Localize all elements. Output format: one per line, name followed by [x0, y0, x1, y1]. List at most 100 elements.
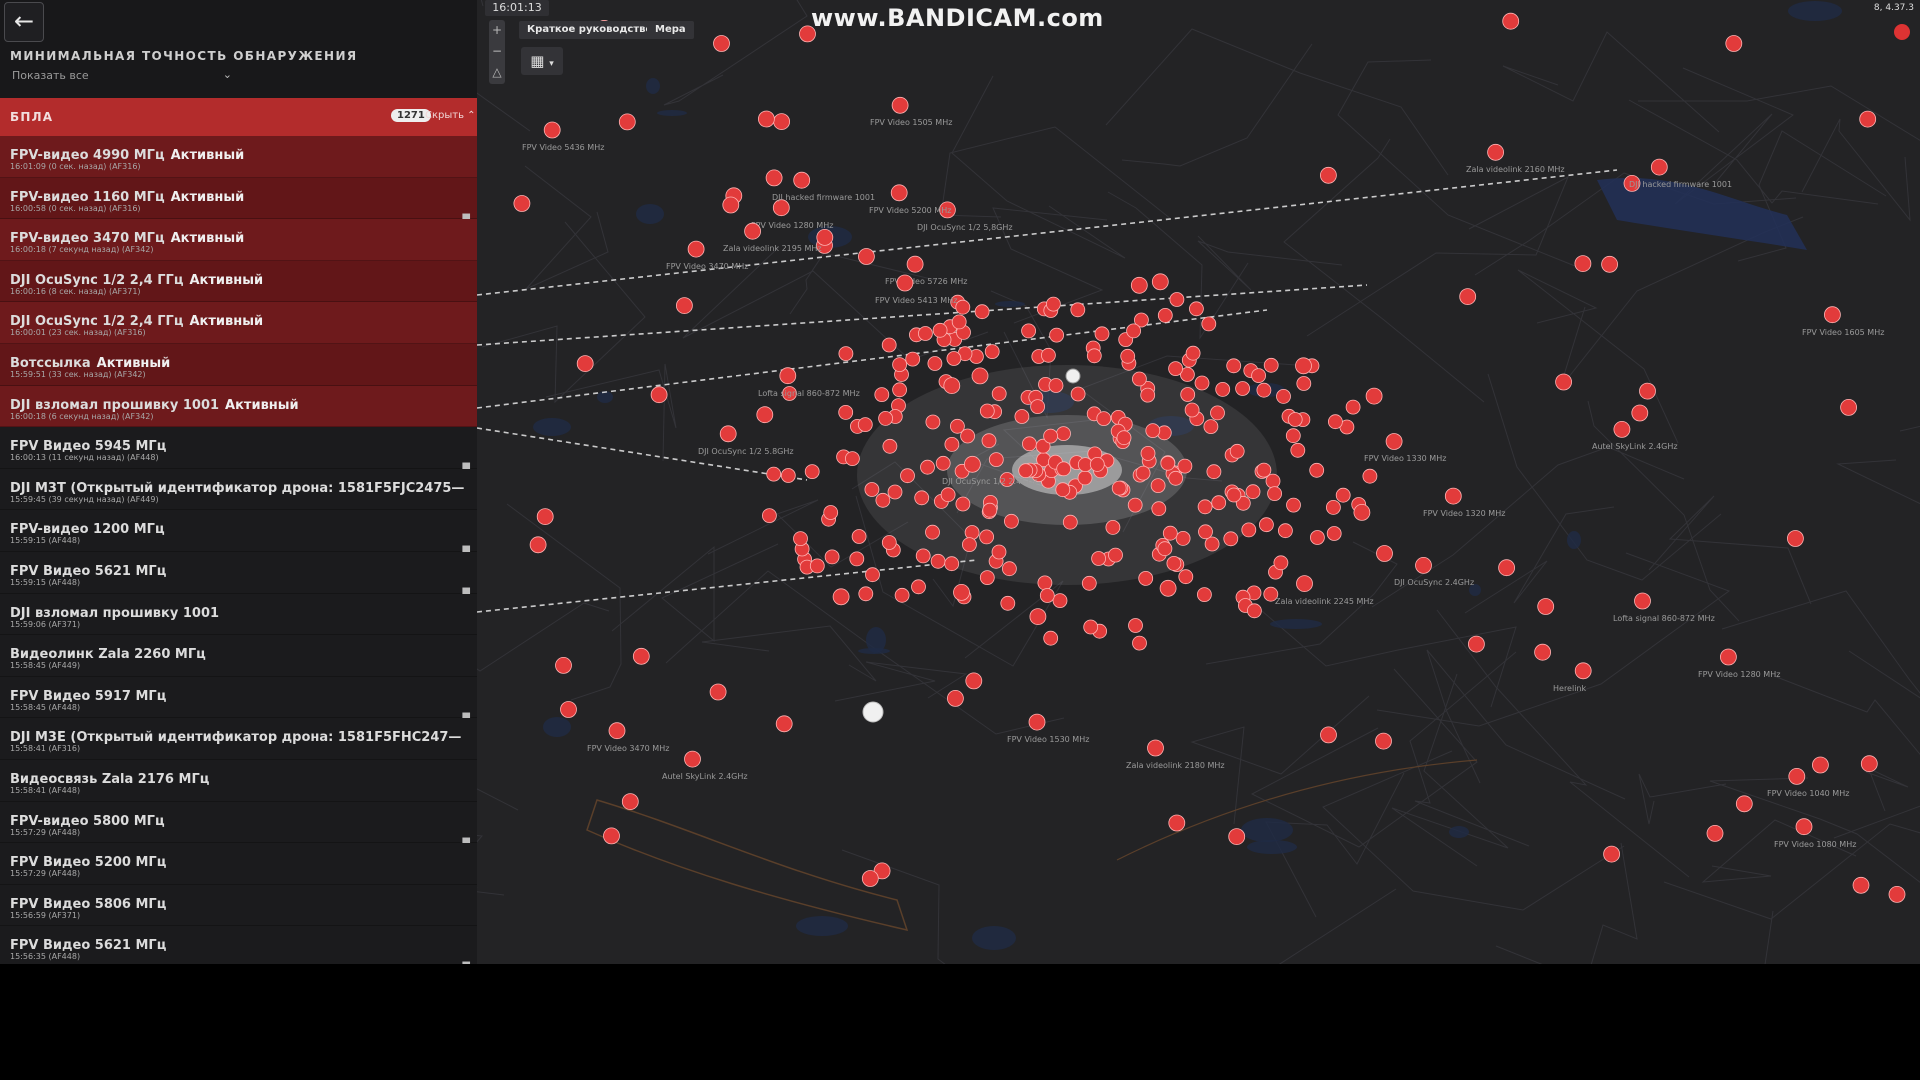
detection-marker[interactable] — [1362, 468, 1378, 484]
detection-marker[interactable] — [900, 468, 915, 484]
detection-item[interactable]: DJI взломал прошивку 1001 Активный 16:00:1… — [0, 385, 477, 428]
detection-marker[interactable] — [857, 417, 873, 433]
detection-marker[interactable] — [955, 299, 971, 315]
detection-marker[interactable] — [1132, 371, 1147, 387]
uav-section-header[interactable]: БПЛА 1271 Скрыть ⌃ — [0, 98, 477, 136]
detection-marker[interactable] — [1175, 531, 1191, 546]
detection-marker[interactable] — [632, 647, 650, 665]
detection-marker[interactable] — [951, 314, 967, 330]
detection-marker[interactable] — [1083, 619, 1099, 635]
marker-label[interactable]: Zala videolink 2245 MHz — [1275, 597, 1374, 606]
detection-marker[interactable] — [536, 508, 554, 525]
detection-marker[interactable] — [1574, 255, 1592, 273]
detection-marker[interactable] — [1052, 593, 1068, 608]
detection-marker[interactable] — [779, 367, 797, 385]
detection-marker[interactable] — [1091, 551, 1106, 566]
detection-marker[interactable] — [1169, 292, 1185, 307]
detection-marker[interactable] — [832, 588, 850, 606]
zoom-in-button[interactable]: + — [489, 20, 505, 41]
detection-marker[interactable] — [1081, 575, 1097, 591]
detection-marker[interactable] — [1127, 497, 1143, 513]
detection-marker[interactable] — [513, 195, 531, 212]
marker-label[interactable]: Herelink — [1553, 684, 1586, 693]
detection-marker[interactable] — [1888, 886, 1906, 903]
detection-item[interactable]: FPV Видео 5806 МГц 15:56:59 (AF371) — [0, 884, 477, 927]
detection-marker[interactable] — [603, 827, 620, 845]
detection-marker[interactable] — [932, 322, 948, 338]
detection-marker[interactable] — [864, 482, 880, 497]
detection-marker[interactable] — [1285, 428, 1301, 444]
detection-marker[interactable] — [944, 436, 960, 452]
detection-marker[interactable] — [1157, 307, 1173, 323]
detection-marker[interactable] — [838, 346, 854, 362]
detection-marker[interactable] — [1138, 571, 1154, 586]
detection-marker[interactable] — [1049, 327, 1064, 343]
detection-marker[interactable] — [1613, 420, 1631, 438]
detection-item[interactable]: FPV Видео 5917 МГц 15:58:45 (AF448) ■ — [0, 676, 477, 722]
detection-marker[interactable] — [1062, 514, 1078, 530]
detection-marker[interactable] — [861, 870, 879, 887]
detection-marker[interactable] — [809, 558, 825, 574]
detection-marker[interactable] — [1267, 486, 1282, 502]
detection-marker[interactable] — [1603, 845, 1620, 863]
detection-marker[interactable] — [949, 418, 965, 434]
quick-guide-button[interactable]: Краткое руководство — [519, 21, 661, 39]
detection-marker[interactable] — [1111, 480, 1127, 496]
detection-marker[interactable] — [1206, 464, 1222, 480]
detection-marker[interactable] — [1178, 569, 1194, 585]
detection-marker[interactable] — [946, 351, 962, 366]
detection-marker[interactable] — [1223, 531, 1239, 547]
detection-marker[interactable] — [1203, 419, 1219, 435]
detection-marker[interactable] — [940, 487, 956, 503]
detection-marker[interactable] — [1415, 557, 1432, 574]
detection-marker[interactable] — [1326, 526, 1342, 541]
detection-marker[interactable] — [1056, 461, 1072, 477]
detection-item[interactable]: FPV Видео 5200 МГц 15:57:29 (AF448) — [0, 843, 477, 885]
detection-marker[interactable] — [911, 579, 926, 595]
detection-marker[interactable] — [722, 196, 740, 214]
detection-marker[interactable] — [560, 701, 577, 718]
detection-marker[interactable] — [1151, 501, 1167, 517]
detection-marker[interactable] — [844, 451, 860, 467]
detection-marker[interactable] — [882, 438, 898, 454]
detection-item[interactable]: Вотсcылка Активный 15:59:51 (33 сек. назад… — [0, 343, 477, 386]
detection-marker[interactable] — [1014, 409, 1030, 424]
detection-marker[interactable] — [1824, 306, 1841, 324]
detection-marker[interactable] — [944, 556, 960, 572]
detection-item[interactable]: FPV Видео 5621 МГц 15:59:15 (AF448) ■ — [0, 551, 477, 597]
detection-marker[interactable] — [687, 240, 705, 258]
detection-marker[interactable] — [1256, 462, 1272, 478]
detection-marker[interactable] — [979, 529, 995, 545]
detection-marker[interactable] — [1286, 497, 1301, 513]
detection-marker[interactable] — [1160, 455, 1176, 471]
layers-button[interactable]: ▦ ▾ — [521, 47, 563, 75]
detection-marker[interactable] — [891, 96, 909, 114]
detection-marker[interactable] — [1787, 530, 1804, 547]
detection-marker[interactable] — [1108, 547, 1123, 563]
detection-marker[interactable] — [816, 228, 834, 246]
marker-label[interactable]: Zala videolink 2180 MHz — [1126, 761, 1225, 770]
detection-marker[interactable] — [1130, 276, 1148, 294]
marker-label[interactable]: DJI OcuSync 1/2 2.4GHz — [942, 477, 1038, 486]
accuracy-filter-select[interactable]: Показать все ⌄ — [12, 68, 232, 85]
detection-marker[interactable] — [1157, 541, 1173, 557]
detection-marker[interactable] — [1468, 635, 1485, 653]
detection-item[interactable]: Видеосвязь Zala 2176 МГц 15:58:41 (AF448) — [0, 759, 477, 802]
detection-marker[interactable] — [881, 535, 897, 550]
detection-marker[interactable] — [1145, 423, 1161, 439]
detection-marker[interactable] — [1048, 378, 1064, 393]
detection-marker[interactable] — [1004, 513, 1019, 529]
detection-marker[interactable] — [1375, 732, 1392, 750]
detection-marker[interactable] — [1310, 530, 1325, 545]
detection-marker[interactable] — [1256, 382, 1272, 398]
detection-marker[interactable] — [675, 297, 693, 315]
detection-marker[interactable] — [1162, 525, 1178, 541]
detection-marker[interactable] — [1226, 358, 1242, 374]
detection-marker[interactable] — [1328, 414, 1343, 430]
detection-marker[interactable] — [964, 525, 980, 540]
detection-item[interactable]: FPV-видео 3470 МГц Активный 16:00:18 (7 се… — [0, 219, 477, 261]
detection-marker[interactable] — [1201, 316, 1217, 332]
marker-label[interactable]: FPV Video 1280 MHz — [1698, 670, 1780, 679]
detection-marker[interactable] — [793, 531, 808, 546]
detection-marker[interactable] — [865, 567, 880, 583]
